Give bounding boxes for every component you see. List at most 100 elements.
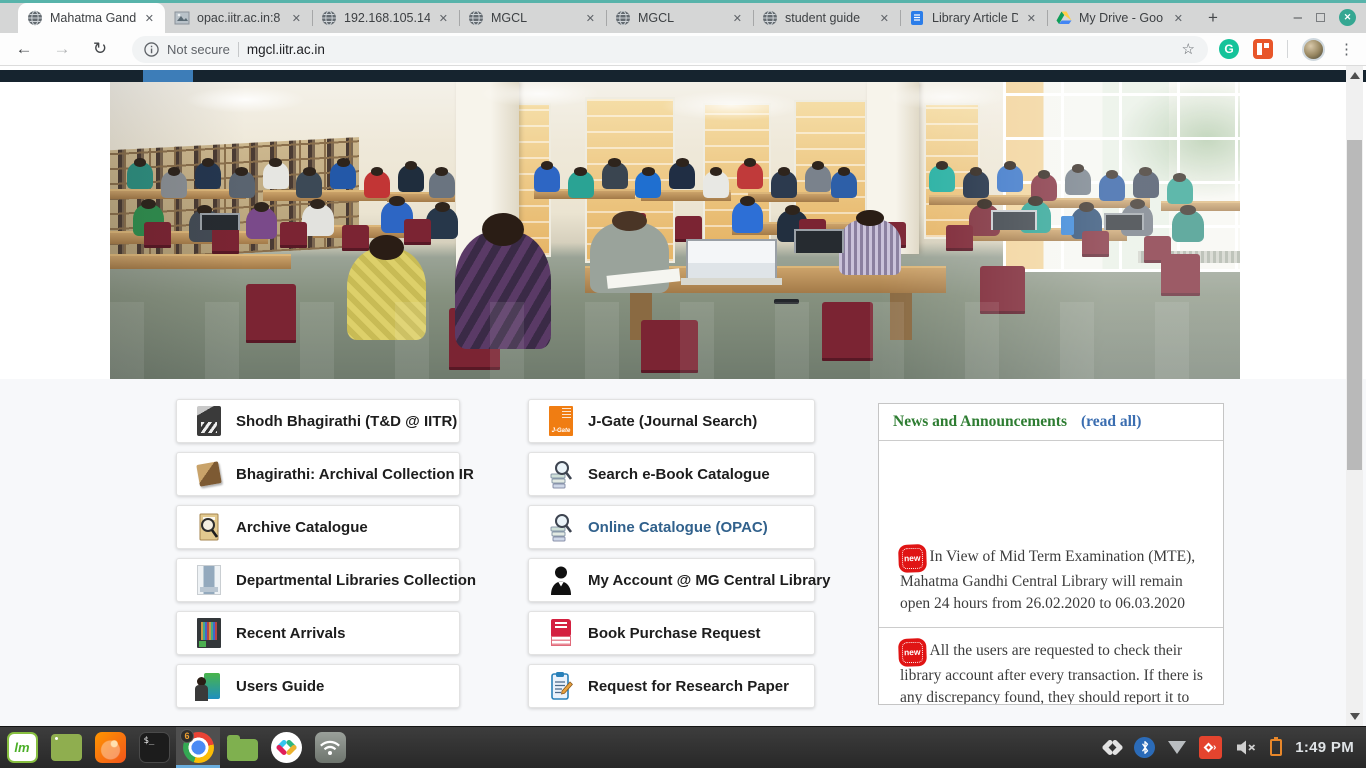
taskbar-launchers: lm $_ 6	[0, 727, 352, 768]
person-kiosk-icon	[197, 671, 221, 701]
archive-box-icon	[197, 459, 221, 489]
new-badge: new	[900, 640, 925, 666]
terminal-icon: $_	[139, 732, 170, 763]
network-signal-icon[interactable]	[1168, 741, 1186, 754]
thesis-book-icon	[197, 406, 221, 436]
tab-my-drive[interactable]: My Drive - Goo ✕	[1047, 3, 1194, 33]
link-departmental-libraries[interactable]: Departmental Libraries Collection	[176, 558, 460, 602]
link-opac[interactable]: Online Catalogue (OPAC)	[528, 505, 815, 549]
restore-button[interactable]	[1316, 13, 1325, 22]
files-launcher[interactable]	[220, 727, 264, 768]
tab-library-article[interactable]: Library Article D ✕	[900, 3, 1047, 33]
anydesk-icon[interactable]: ›	[1199, 736, 1222, 759]
link-book-purchase[interactable]: Book Purchase Request	[528, 611, 815, 655]
link-label: Search e-Book Catalogue	[588, 466, 770, 483]
red-book-icon	[549, 618, 573, 648]
person-silhouette-icon	[549, 565, 573, 595]
tab-mahatma-gandhi[interactable]: Mahatma Gand ✕	[18, 3, 165, 33]
slack-launcher[interactable]	[264, 727, 308, 768]
show-desktop-button[interactable]	[44, 727, 88, 768]
tab-title: Mahatma Gand	[50, 11, 136, 25]
taskbar: lm $_ 6 › 1:49 PM	[0, 726, 1366, 768]
books-magnifier-icon	[549, 512, 573, 542]
news-header: News and Announcements (read all)	[879, 404, 1223, 441]
chrome-window-button[interactable]: 6	[176, 727, 220, 768]
scrollbar-thumb[interactable]	[1347, 140, 1362, 470]
back-button[interactable]: ←	[12, 39, 36, 59]
link-my-account[interactable]: My Account @ MG Central Library	[528, 558, 815, 602]
read-all-link[interactable]: (read all)	[1081, 413, 1141, 431]
volume-muted-icon[interactable]	[1235, 739, 1257, 756]
grammarly-extension-icon[interactable]: G	[1219, 39, 1239, 59]
link-label: Book Purchase Request	[588, 625, 761, 642]
tab-close-icon[interactable]: ✕	[878, 12, 891, 25]
globe-favicon-icon	[321, 10, 337, 26]
desktop-icon	[51, 734, 82, 761]
tab-opac[interactable]: opac.iitr.ac.in:8 ✕	[165, 3, 312, 33]
tab-close-icon[interactable]: ✕	[1025, 12, 1038, 25]
link-research-paper[interactable]: Request for Research Paper	[528, 664, 815, 708]
tab-ip-address[interactable]: 192.168.105.14 ✕	[312, 3, 459, 33]
bookmark-star-icon[interactable]: ☆	[1182, 40, 1195, 58]
chrome-menu-icon[interactable]: ⋮	[1339, 40, 1354, 58]
library-photo	[110, 82, 1240, 379]
link-label: Online Catalogue (OPAC)	[588, 519, 768, 536]
address-bar[interactable]: Not secure mgcl.iitr.ac.in	[132, 36, 1208, 63]
firefox-launcher[interactable]	[88, 727, 132, 768]
minimize-button[interactable]: –	[1294, 13, 1302, 23]
mint-menu-button[interactable]: lm	[0, 727, 44, 768]
books-magnifier-icon	[549, 459, 573, 489]
extension-icon[interactable]	[1253, 39, 1273, 59]
forward-button[interactable]: →	[50, 39, 74, 59]
tab-title: opac.iitr.ac.in:8	[197, 11, 283, 25]
battery-icon[interactable]	[1270, 739, 1282, 756]
link-users-guide[interactable]: Users Guide	[176, 664, 460, 708]
scroll-up-icon[interactable]	[1350, 72, 1360, 79]
tab-close-icon[interactable]: ✕	[437, 12, 450, 25]
news-panel: News and Announcements (read all) new In …	[878, 403, 1224, 705]
bluetooth-icon[interactable]	[1134, 737, 1155, 758]
info-icon[interactable]	[144, 42, 159, 57]
tab-mgcl-2[interactable]: MGCL ✕	[606, 3, 753, 33]
jgate-logo-icon: J-Gate	[549, 406, 573, 436]
link-label: Recent Arrivals	[236, 625, 346, 642]
globe-favicon-icon	[27, 10, 43, 26]
window-controls: – ✕	[1294, 9, 1356, 26]
google-docs-favicon-icon	[909, 10, 925, 26]
news-spacer	[879, 441, 1223, 534]
page-viewport: Shodh Bhagirathi (T&D @ IITR) Bhagirathi…	[0, 66, 1366, 726]
news-text: In View of Mid Term Examination (MTE), M…	[900, 548, 1195, 612]
close-window-button[interactable]: ✕	[1339, 9, 1356, 26]
tab-student-guide[interactable]: student guide ✕	[753, 3, 900, 33]
tab-close-icon[interactable]: ✕	[143, 12, 156, 25]
scroll-down-icon[interactable]	[1350, 713, 1360, 720]
link-recent-arrivals[interactable]: Recent Arrivals	[176, 611, 460, 655]
taskbar-clock: 1:49 PM	[1295, 739, 1354, 756]
terminal-launcher[interactable]: $_	[132, 727, 176, 768]
link-archive-catalogue[interactable]: Archive Catalogue	[176, 505, 460, 549]
page-scrollbar[interactable]	[1346, 66, 1363, 726]
link-shodh-bhagirathi[interactable]: Shodh Bhagirathi (T&D @ IITR)	[176, 399, 460, 443]
globe-favicon-icon	[762, 10, 778, 26]
tab-close-icon[interactable]: ✕	[584, 12, 597, 25]
network-settings-launcher[interactable]	[308, 727, 352, 768]
tab-close-icon[interactable]: ✕	[1172, 12, 1185, 25]
link-ebook-catalogue[interactable]: Search e-Book Catalogue	[528, 452, 815, 496]
new-tab-button[interactable]: +	[1200, 5, 1226, 31]
tab-title: My Drive - Goo	[1079, 11, 1165, 25]
link-label: Users Guide	[236, 678, 324, 695]
nav-active-item[interactable]	[143, 70, 193, 82]
clipboard-pencil-icon	[549, 671, 573, 701]
omnibox-divider	[238, 42, 239, 57]
link-bhagirathi-archival[interactable]: Bhagirathi: Archival Collection IR	[176, 452, 460, 496]
reload-button[interactable]: ↻	[88, 39, 112, 59]
profile-avatar[interactable]	[1302, 38, 1325, 61]
slack-tray-icon[interactable]	[1104, 739, 1121, 756]
wifi-app-icon	[315, 732, 346, 763]
link-jgate[interactable]: J-Gate J-Gate (Journal Search)	[528, 399, 815, 443]
tab-close-icon[interactable]: ✕	[731, 12, 744, 25]
tab-title: student guide	[785, 11, 871, 25]
browser-tab-bar: Mahatma Gand ✕ opac.iitr.ac.in:8 ✕ 192.1…	[0, 0, 1366, 33]
tab-close-icon[interactable]: ✕	[290, 12, 303, 25]
tab-mgcl-1[interactable]: MGCL ✕	[459, 3, 606, 33]
